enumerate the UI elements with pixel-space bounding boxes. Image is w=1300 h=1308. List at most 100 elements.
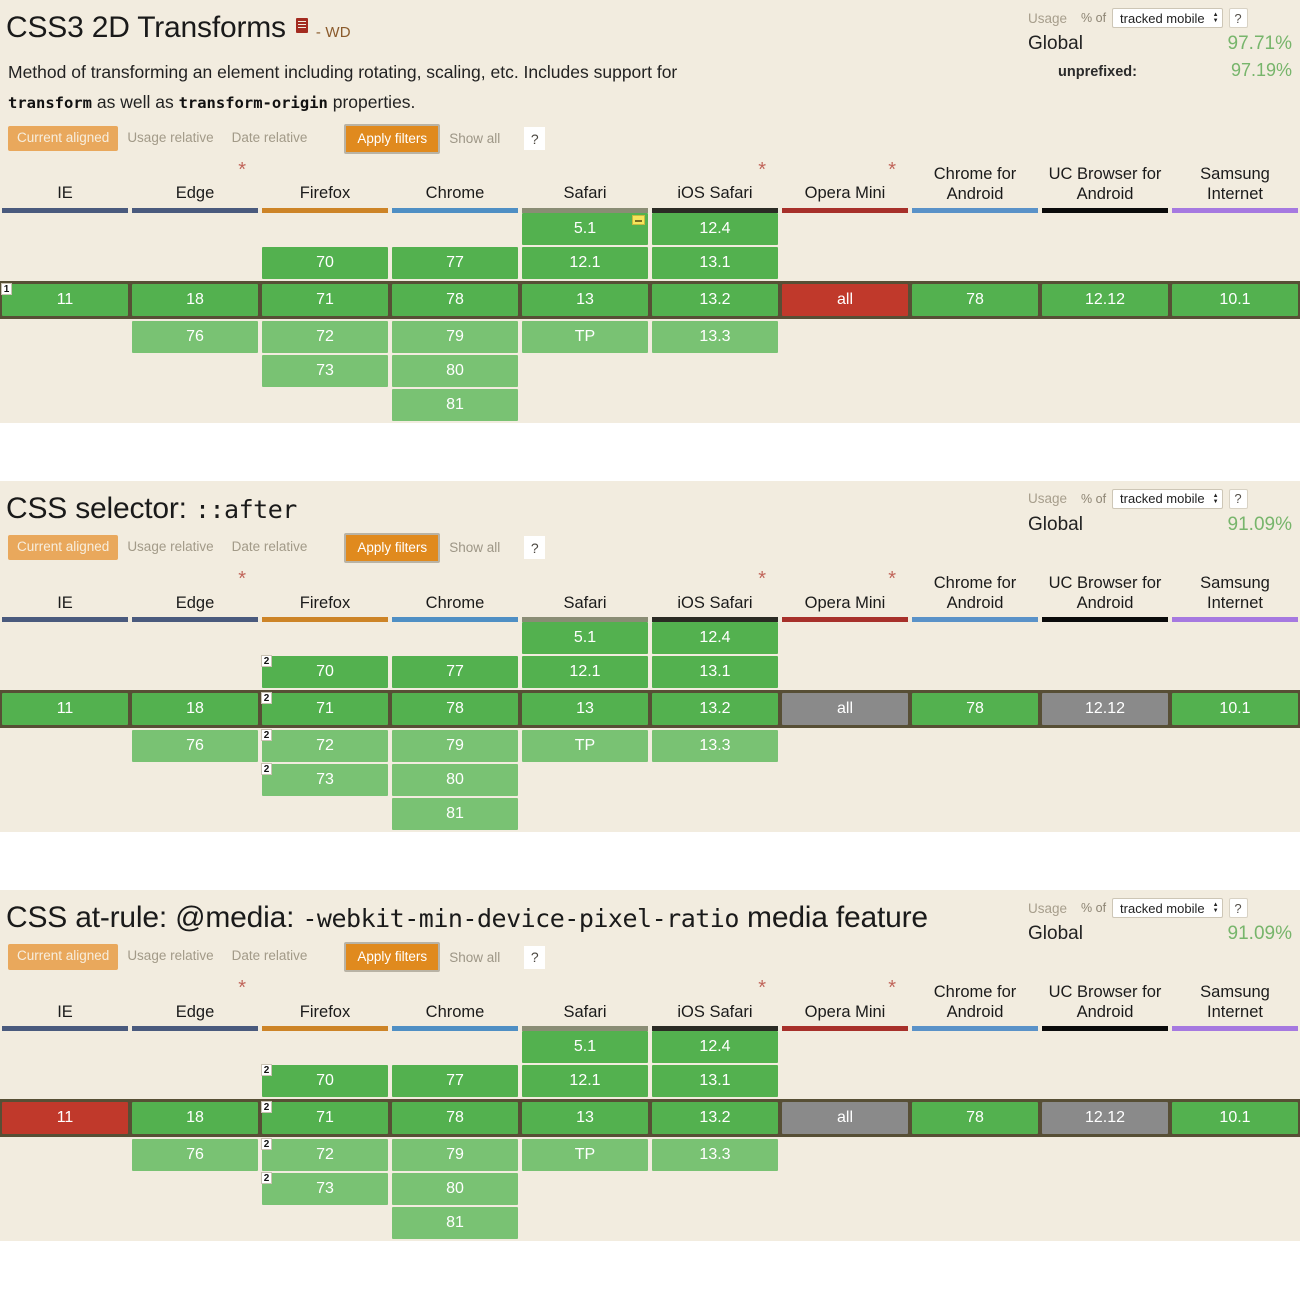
footnote-marker[interactable]: 2 bbox=[261, 1138, 272, 1151]
filters-help-button[interactable]: ? bbox=[524, 945, 546, 969]
version-cell[interactable]: 73 2 bbox=[261, 763, 388, 797]
version-cell[interactable]: 11 bbox=[2, 1102, 128, 1135]
version-cell[interactable]: 72 2 bbox=[261, 729, 388, 763]
usage-scope-select[interactable]: tracked mobile ▲ ▼ bbox=[1112, 8, 1223, 28]
footnote-marker[interactable]: 2 bbox=[261, 763, 272, 776]
version-cell[interactable]: TP bbox=[522, 730, 648, 763]
filter-date-relative[interactable]: Date relative bbox=[223, 944, 317, 969]
version-cell[interactable]: 12.4 bbox=[652, 1031, 778, 1064]
version-cell[interactable]: 13.1 bbox=[652, 1065, 778, 1098]
version-cell[interactable]: 5.1 bbox=[522, 1031, 648, 1064]
filter-date-relative[interactable]: Date relative bbox=[223, 126, 317, 151]
version-cell[interactable]: 12.4 bbox=[652, 212, 778, 245]
footnote-marker[interactable]: 2 bbox=[261, 692, 272, 705]
filters-help-button[interactable]: ? bbox=[524, 536, 546, 560]
version-cell[interactable]: 81 bbox=[392, 388, 518, 421]
version-cell[interactable]: all bbox=[782, 1102, 908, 1135]
version-cell[interactable]: 78 bbox=[912, 1102, 1038, 1135]
version-cell[interactable]: 18 bbox=[132, 283, 258, 316]
version-cell[interactable]: 72 2 bbox=[261, 1138, 388, 1172]
version-cell[interactable]: 12.12 bbox=[1042, 693, 1168, 726]
usage-scope-select[interactable]: tracked mobile ▲ ▼ bbox=[1112, 488, 1223, 509]
version-cell[interactable]: 78 bbox=[912, 283, 1038, 316]
footnote-marker[interactable]: 1 bbox=[1, 282, 12, 295]
filter-usage-relative[interactable]: Usage relative bbox=[118, 126, 222, 151]
version-cell[interactable]: 79 bbox=[392, 320, 518, 353]
version-cell[interactable]: all bbox=[782, 693, 908, 726]
version-cell[interactable]: 11 1 bbox=[1, 282, 128, 316]
version-cell[interactable]: 77 bbox=[392, 246, 518, 279]
version-cell[interactable]: 5.1 bbox=[522, 622, 648, 655]
filter-date-relative[interactable]: Date relative bbox=[223, 535, 317, 560]
version-cell[interactable]: 76 bbox=[132, 730, 258, 763]
version-cell[interactable]: 73 2 bbox=[261, 1172, 388, 1206]
version-cell[interactable]: 80 bbox=[392, 354, 518, 387]
version-cell[interactable]: 70 2 bbox=[261, 1064, 388, 1098]
version-cell[interactable]: 18 bbox=[132, 1102, 258, 1135]
version-cell[interactable]: 71 2 bbox=[261, 1101, 388, 1135]
usage-scope-select[interactable]: tracked mobile ▲ ▼ bbox=[1112, 898, 1223, 919]
version-cell[interactable]: 13 bbox=[522, 1102, 648, 1135]
version-cell[interactable]: 13.3 bbox=[652, 320, 778, 353]
filters-help-button[interactable]: ? bbox=[524, 127, 546, 151]
usage-help-button[interactable]: ? bbox=[1228, 898, 1248, 919]
version-cell[interactable]: 10.1 bbox=[1172, 693, 1298, 726]
version-cell[interactable]: 76 bbox=[132, 320, 258, 353]
version-cell[interactable]: 76 bbox=[132, 1139, 258, 1172]
version-cell[interactable]: 70 2 bbox=[261, 655, 388, 689]
version-cell[interactable]: 73 bbox=[262, 354, 388, 387]
version-cell[interactable]: 80 bbox=[392, 1173, 518, 1206]
version-cell[interactable]: 13.2 bbox=[652, 283, 778, 316]
version-cell[interactable]: 70 bbox=[262, 246, 388, 279]
version-cell[interactable]: 78 bbox=[392, 1102, 518, 1135]
version-cell[interactable]: all bbox=[782, 283, 908, 316]
version-cell[interactable]: 78 bbox=[392, 283, 518, 316]
version-cell[interactable]: 77 bbox=[392, 1065, 518, 1098]
version-cell[interactable]: 13.1 bbox=[652, 246, 778, 279]
version-cell[interactable]: 72 bbox=[262, 320, 388, 353]
version-cell[interactable]: 81 bbox=[392, 1207, 518, 1240]
version-cell[interactable]: 77 bbox=[392, 656, 518, 689]
footnote-marker[interactable]: 2 bbox=[261, 1064, 272, 1077]
show-all-button[interactable]: Show all bbox=[440, 131, 500, 146]
footnote-marker[interactable]: 2 bbox=[261, 729, 272, 742]
filter-usage-relative[interactable]: Usage relative bbox=[118, 944, 222, 969]
version-cell[interactable]: 13.1 bbox=[652, 656, 778, 689]
version-cell[interactable]: 12.1 bbox=[522, 656, 648, 689]
filter-current-aligned[interactable]: Current aligned bbox=[8, 125, 119, 152]
usage-help-button[interactable]: ? bbox=[1228, 8, 1248, 28]
version-cell[interactable]: 80 bbox=[392, 764, 518, 797]
version-cell[interactable]: 78 bbox=[912, 693, 1038, 726]
usage-help-button[interactable]: ? bbox=[1228, 488, 1248, 509]
version-cell[interactable]: 71 bbox=[262, 283, 388, 316]
version-cell[interactable]: 71 2 bbox=[261, 692, 388, 726]
version-cell[interactable]: 12.1 bbox=[522, 246, 648, 279]
version-cell[interactable]: 13.2 bbox=[652, 1102, 778, 1135]
footnote-marker[interactable]: 2 bbox=[261, 1101, 272, 1114]
apply-filters-button[interactable]: Apply filters bbox=[344, 532, 441, 563]
version-cell[interactable]: 78 bbox=[392, 693, 518, 726]
version-cell[interactable]: TP bbox=[522, 320, 648, 353]
version-cell[interactable]: 13.3 bbox=[652, 730, 778, 763]
show-all-button[interactable]: Show all bbox=[440, 540, 500, 555]
version-cell[interactable]: 79 bbox=[392, 1139, 518, 1172]
version-cell[interactable]: 13.3 bbox=[652, 1139, 778, 1172]
filter-current-aligned[interactable]: Current aligned bbox=[8, 535, 119, 561]
apply-filters-button[interactable]: Apply filters bbox=[344, 942, 441, 973]
version-cell[interactable]: 5.1 bbox=[522, 212, 648, 245]
version-cell[interactable]: 13.2 bbox=[652, 693, 778, 726]
footnote-marker[interactable]: 2 bbox=[261, 655, 272, 668]
version-cell[interactable]: 10.1 bbox=[1172, 283, 1298, 316]
version-cell[interactable]: 12.12 bbox=[1042, 283, 1168, 316]
show-all-button[interactable]: Show all bbox=[440, 950, 500, 965]
version-cell[interactable]: 12.1 bbox=[522, 1065, 648, 1098]
footnote-marker[interactable]: 2 bbox=[261, 1172, 272, 1185]
version-cell[interactable]: 81 bbox=[392, 798, 518, 831]
version-cell[interactable]: 12.12 bbox=[1042, 1102, 1168, 1135]
filter-current-aligned[interactable]: Current aligned bbox=[8, 944, 119, 970]
apply-filters-button[interactable]: Apply filters bbox=[344, 123, 441, 154]
version-cell[interactable]: 13 bbox=[522, 693, 648, 726]
version-cell[interactable]: 10.1 bbox=[1172, 1102, 1298, 1135]
version-cell[interactable]: 12.4 bbox=[652, 622, 778, 655]
version-cell[interactable]: 13 bbox=[522, 283, 648, 316]
